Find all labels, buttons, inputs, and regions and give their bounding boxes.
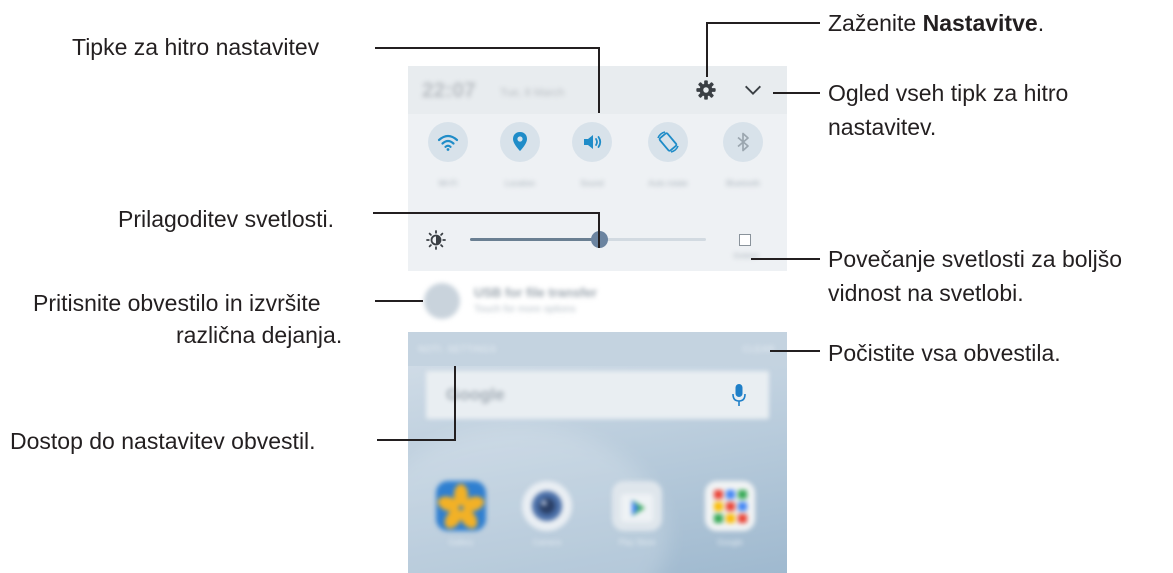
app-label: Google (717, 538, 743, 547)
leader-line (598, 47, 600, 113)
leader-line (377, 439, 456, 441)
auto-rotate-icon (657, 131, 679, 153)
leader-line (598, 212, 600, 248)
brightness-slider-track[interactable] (470, 238, 706, 241)
callout-notification-2: različna dejanja. (176, 322, 343, 348)
leader-line (375, 47, 600, 49)
google-folder-icon (714, 490, 747, 523)
chevron-down-icon[interactable] (742, 79, 764, 101)
app-label: Camera (532, 538, 562, 547)
app-play-store[interactable] (612, 481, 662, 531)
callout-outdoor-1: Povečanje svetlosti za boljšo (828, 246, 1123, 272)
usb-icon (424, 283, 460, 319)
callout-notification-1: Pritisnite obvestilo in izvršite (33, 290, 321, 316)
bluetooth-toggle[interactable] (723, 122, 763, 162)
clock: 22:07 (422, 79, 476, 102)
callout-outdoor-2: vidnost na svetlobi. (828, 280, 1024, 306)
leader-line (373, 212, 598, 214)
clear-all-button[interactable]: CLEAR (742, 344, 775, 354)
notification-card[interactable]: USB for file transfer Touch for more opt… (408, 271, 787, 332)
leader-line (706, 22, 708, 77)
auto-rotate-toggle[interactable] (648, 122, 688, 162)
callout-quick-settings: Tipke za hitro nastavitev (72, 34, 320, 60)
wifi-icon (437, 134, 459, 151)
notification-title: USB for file transfer (474, 285, 597, 300)
sound-label: Sound (580, 179, 604, 188)
callout-clear: Počistite vsa obvestila. (828, 340, 1061, 366)
quick-settings-panel: Wi-Fi Location Sound Auto rotate Bluetoo… (408, 114, 787, 210)
leader-line (454, 366, 456, 441)
leader-line (375, 300, 423, 302)
leader-line (751, 258, 820, 260)
bluetooth-icon (737, 132, 749, 152)
location-toggle[interactable] (500, 122, 540, 162)
notification-subtitle: Touch for more options (474, 304, 576, 315)
notification-actions-bar: NOTI. SETTINGS CLEAR (408, 332, 787, 366)
outdoor-checkbox[interactable] (739, 234, 751, 246)
callout-view-all-2: nastavitev. (828, 114, 937, 140)
wifi-toggle[interactable] (428, 122, 468, 162)
sound-icon (584, 135, 602, 149)
mic-icon[interactable] (731, 383, 747, 407)
callout-noti-settings: Dostop do nastavitev obvestil. (10, 428, 316, 454)
wifi-label: Wi-Fi (438, 179, 458, 188)
date: Tue, 8 March (500, 87, 565, 99)
callout-settings: Zaženite Nastavitve. (828, 8, 1044, 38)
auto-rotate-label: Auto rotate (648, 179, 688, 188)
callout-settings-prefix: Zaženite (828, 10, 923, 36)
brightness-icon (426, 230, 446, 250)
callout-view-all-1: Ogled vseh tipk za hitro (828, 80, 1069, 106)
bluetooth-label: Bluetooth (726, 179, 760, 188)
callout-brightness: Prilagoditev svetlosti. (118, 206, 335, 232)
notification-settings-button[interactable]: NOTI. SETTINGS (418, 344, 497, 354)
callout-settings-bold: Nastavitve (922, 10, 1038, 36)
sound-toggle[interactable] (572, 122, 612, 162)
search-widget[interactable]: Google (426, 371, 769, 419)
leader-line (773, 92, 820, 94)
leader-line (706, 22, 820, 24)
app-gallery[interactable] (436, 481, 486, 531)
leader-line (770, 350, 820, 352)
app-label: Play Store (618, 538, 656, 547)
phone-screen: 22:07 Tue, 8 March Wi-Fi Location Sound … (408, 66, 787, 573)
play-store-icon (621, 494, 653, 522)
app-google-folder[interactable] (705, 481, 755, 531)
location-label: Location (504, 179, 536, 188)
callout-settings-suffix: . (1037, 10, 1045, 36)
brightness-slider-fill (470, 238, 600, 241)
camera-icon (532, 491, 562, 521)
gallery-icon (437, 484, 485, 529)
location-icon (513, 132, 527, 151)
app-label: Gallery (448, 538, 474, 547)
app-camera[interactable] (522, 481, 572, 531)
gear-icon[interactable] (695, 79, 717, 101)
